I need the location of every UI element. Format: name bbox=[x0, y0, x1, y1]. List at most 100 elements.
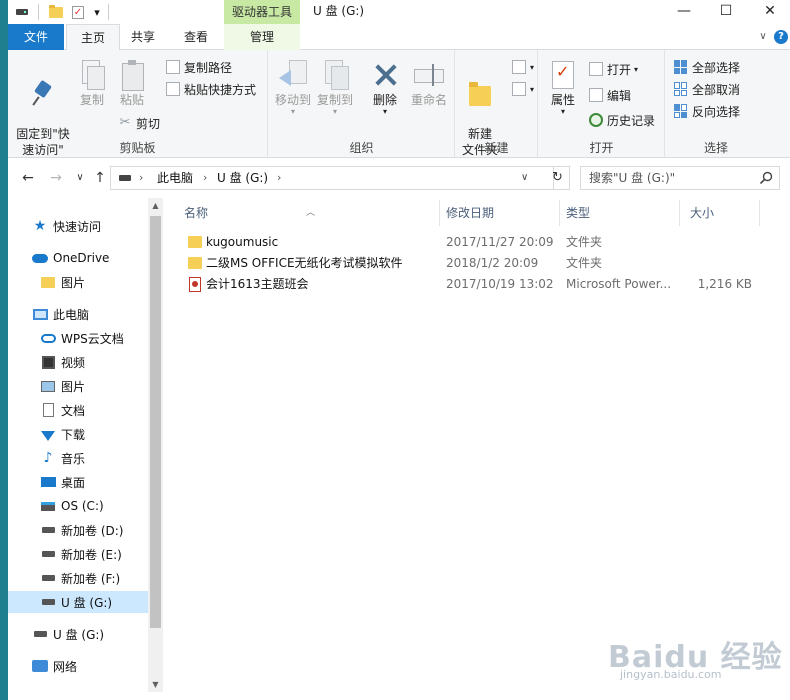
maximize-button[interactable]: ☐ bbox=[704, 0, 748, 22]
invert-selection-label: 反向选择 bbox=[692, 104, 741, 119]
new-item-button[interactable]: ▾ bbox=[512, 58, 534, 76]
nav-scrollbar[interactable]: ▲ ▼ bbox=[148, 198, 163, 692]
drive-icon bbox=[16, 9, 28, 15]
column-header-size[interactable]: 大小 bbox=[680, 200, 760, 226]
nav-onedrive[interactable]: OneDrive bbox=[8, 247, 148, 269]
column-header-date[interactable]: 修改日期 bbox=[440, 200, 560, 226]
baidu-watermark-url: jingyan.baidu.com bbox=[620, 668, 722, 681]
nav-downloads[interactable]: 下载 bbox=[8, 423, 148, 445]
quick-access-customize-dropdown[interactable]: ▾ bbox=[90, 4, 104, 20]
folder-icon bbox=[188, 257, 202, 269]
edit-icon bbox=[589, 88, 603, 102]
tab-manage[interactable]: 管理 bbox=[224, 24, 300, 50]
column-header-type[interactable]: 类型 bbox=[560, 200, 680, 226]
scroll-up-arrow-icon[interactable]: ▲ bbox=[148, 198, 163, 213]
open-button[interactable]: 打开 ▾ bbox=[589, 60, 638, 78]
nav-drive-f[interactable]: 新加卷 (F:) bbox=[8, 567, 148, 589]
scrollbar-thumb[interactable] bbox=[150, 216, 161, 628]
tab-view[interactable]: 查看 bbox=[170, 24, 222, 50]
table-row[interactable]: 会计1613主题班会 2017/10/19 13:02 Microsoft Po… bbox=[166, 274, 786, 295]
up-button[interactable]: ↑ bbox=[90, 168, 110, 188]
cloud-icon bbox=[32, 250, 48, 266]
tab-file[interactable]: 文件 bbox=[8, 24, 64, 50]
nav-music[interactable]: ♪ 音乐 bbox=[8, 447, 148, 469]
drive-icon bbox=[40, 594, 56, 610]
invert-selection-button[interactable]: 反向选择 bbox=[674, 102, 740, 120]
paste-button[interactable]: 粘贴 bbox=[114, 60, 150, 108]
nav-network[interactable]: 网络 bbox=[8, 655, 148, 677]
nav-onedrive-pictures[interactable]: 图片 bbox=[8, 271, 148, 293]
properties-button[interactable]: 属性 ▾ bbox=[543, 60, 583, 116]
copy-button[interactable]: 复制 bbox=[74, 60, 110, 108]
back-button[interactable]: ← bbox=[18, 168, 38, 188]
close-button[interactable]: ✕ bbox=[748, 0, 790, 22]
folder-icon bbox=[49, 4, 63, 18]
copy-label: 复制 bbox=[79, 93, 104, 107]
properties-label: 属性 bbox=[550, 93, 575, 107]
search-input[interactable]: 搜索"U 盘 (G:)" bbox=[580, 166, 780, 190]
rename-icon bbox=[414, 60, 444, 90]
nav-drive-c[interactable]: OS (C:) bbox=[8, 495, 148, 517]
copy-path-button[interactable]: 复制路径 bbox=[166, 58, 232, 76]
breadcrumb-u-drive[interactable]: U 盘 (G:) bbox=[217, 170, 268, 186]
cut-button[interactable]: ✂ 剪切 bbox=[118, 114, 160, 132]
address-box[interactable]: › 此电脑 › U 盘 (G:) › ∨ bbox=[110, 166, 554, 190]
nav-this-pc[interactable]: 此电脑 bbox=[8, 303, 148, 325]
copy-to-dropdown-icon: ▾ bbox=[332, 107, 337, 116]
scroll-down-arrow-icon[interactable]: ▼ bbox=[148, 677, 163, 692]
nav-label: 网络 bbox=[53, 659, 78, 674]
column-header-name[interactable]: 名称 ︿ bbox=[166, 200, 440, 226]
select-all-button[interactable]: 全部选择 bbox=[674, 58, 740, 76]
breadcrumb-this-pc[interactable]: 此电脑 bbox=[157, 170, 193, 186]
nav-pictures[interactable]: 图片 bbox=[8, 375, 148, 397]
history-icon bbox=[589, 113, 603, 127]
nav-drive-g[interactable]: U 盘 (G:) bbox=[8, 623, 148, 645]
navigation-pane: ★ 快速访问 OneDrive 图片 此电脑 WPS云文档 视频 图片 文档 下… bbox=[8, 198, 148, 700]
table-row[interactable]: 二级MS OFFICE无纸化考试模拟软件 2018/1/2 20:09 文件夹 bbox=[166, 253, 786, 274]
minimize-button[interactable]: — bbox=[662, 0, 706, 22]
nav-label: U 盘 (G:) bbox=[61, 595, 113, 610]
nav-drive-e[interactable]: 新加卷 (E:) bbox=[8, 543, 148, 565]
nav-label: 桌面 bbox=[61, 475, 86, 490]
ribbon-collapse-chevron-icon[interactable]: ∨ bbox=[756, 30, 770, 44]
select-none-button[interactable]: 全部取消 bbox=[674, 80, 740, 98]
nav-desktop[interactable]: 桌面 bbox=[8, 471, 148, 493]
move-to-button[interactable]: 移动到 ▾ bbox=[273, 60, 313, 116]
nav-wps-cloud[interactable]: WPS云文档 bbox=[8, 327, 148, 349]
quick-access-folder-button[interactable] bbox=[48, 4, 64, 20]
table-row[interactable]: kugoumusic 2017/11/27 20:09 文件夹 bbox=[166, 232, 786, 253]
history-button[interactable]: 历史记录 bbox=[589, 111, 655, 129]
easy-access-button[interactable]: ▾ bbox=[512, 80, 534, 98]
breadcrumb-separator[interactable]: › bbox=[277, 170, 281, 186]
drive-icon bbox=[40, 522, 56, 538]
nav-quick-access[interactable]: ★ 快速访问 bbox=[8, 215, 148, 237]
nav-documents[interactable]: 文档 bbox=[8, 399, 148, 421]
select-all-label: 全部选择 bbox=[692, 60, 741, 75]
address-dropdown-icon[interactable]: ∨ bbox=[521, 172, 528, 183]
quick-access-properties-button[interactable]: ✓ bbox=[70, 4, 86, 20]
nav-label: OneDrive bbox=[53, 251, 110, 265]
tab-home[interactable]: 主页 bbox=[66, 24, 120, 51]
nav-drive-d[interactable]: 新加卷 (D:) bbox=[8, 519, 148, 541]
nav-drive-g-selected[interactable]: U 盘 (G:) bbox=[8, 591, 148, 613]
recent-locations-dropdown[interactable]: ∨ bbox=[70, 168, 90, 188]
delete-button[interactable]: 删除 ▾ bbox=[369, 60, 401, 116]
edit-button[interactable]: 编辑 bbox=[589, 86, 631, 104]
music-note-icon: ♪ bbox=[43, 450, 53, 466]
organize-group: 移动到 ▾ 复制到 ▾ 删除 ▾ 重命名 组织 bbox=[269, 50, 455, 158]
copy-to-button[interactable]: 复制到 ▾ bbox=[315, 60, 355, 116]
tab-share[interactable]: 共享 bbox=[120, 24, 166, 50]
edit-label: 编辑 bbox=[607, 88, 632, 103]
move-to-label: 移动到 bbox=[274, 93, 311, 107]
breadcrumb-separator[interactable]: › bbox=[139, 170, 143, 186]
breadcrumb-separator[interactable]: › bbox=[203, 170, 207, 186]
refresh-button[interactable]: ↻ bbox=[546, 166, 570, 190]
nav-videos[interactable]: 视频 bbox=[8, 351, 148, 373]
paste-shortcut-label: 粘贴快捷方式 bbox=[184, 82, 257, 97]
forward-button[interactable]: → bbox=[46, 168, 66, 188]
help-icon[interactable]: ? bbox=[774, 30, 788, 44]
paste-shortcut-button[interactable]: 粘贴快捷方式 bbox=[166, 80, 256, 98]
rename-button[interactable]: 重命名 bbox=[407, 60, 451, 108]
quick-access-drive-icon[interactable] bbox=[14, 4, 30, 20]
picture-icon bbox=[40, 378, 56, 394]
